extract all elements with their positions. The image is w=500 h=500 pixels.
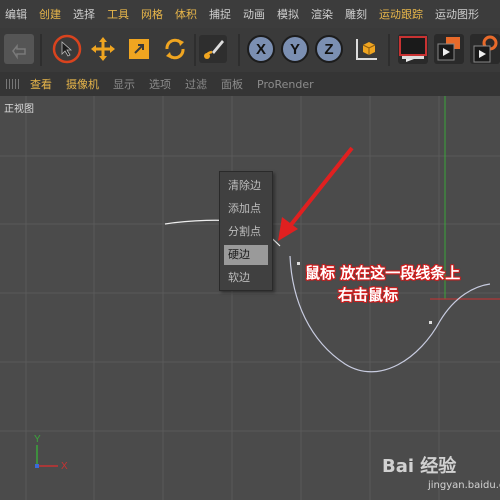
- view-menu-options[interactable]: 选项: [143, 76, 179, 92]
- svg-text:X: X: [256, 41, 266, 58]
- menu-volume[interactable]: 体积: [170, 6, 204, 22]
- gizmo-x-label: X: [61, 461, 68, 472]
- watermark-domain: jingyan.baidu.com: [428, 480, 500, 491]
- toolbar-separator: [238, 34, 240, 66]
- viewport-menu-bar: 查看 摄像机 显示 选项 过滤 面板 ProRender: [0, 72, 500, 96]
- rotate-icon[interactable]: [160, 34, 190, 64]
- baidu-logo: Bai 经验: [382, 456, 457, 477]
- render-view-icon[interactable]: [398, 34, 428, 64]
- context-menu-hard-edge[interactable]: 硬边: [224, 245, 268, 265]
- context-menu: 清除边 添加点 分割点 硬边 软边: [219, 171, 273, 291]
- menu-render[interactable]: 渲染: [306, 6, 340, 22]
- main-menu-bar: 编辑 创建 选择 工具 网格 体积 捕捉 动画 模拟 渲染 雕刻 运动跟踪 运动…: [0, 0, 500, 28]
- spline-point[interactable]: [429, 321, 432, 324]
- undo-icon[interactable]: [4, 34, 34, 64]
- toolbar-separator: [194, 34, 196, 66]
- toolbar-separator: [388, 34, 390, 66]
- annotation-text-line1: 鼠标 放在这一段线条上: [305, 264, 461, 282]
- x-axis-icon[interactable]: X: [246, 34, 276, 64]
- select-cursor-icon[interactable]: [52, 34, 82, 64]
- front-viewport[interactable]: Y X 正视图: [0, 96, 500, 500]
- baidu-watermark: Bai 经验 jingyan.baidu.com: [382, 452, 500, 498]
- live-selection-icon[interactable]: [198, 34, 228, 64]
- move-icon[interactable]: [88, 34, 118, 64]
- view-menu-display[interactable]: 显示: [107, 76, 143, 92]
- gizmo-z-axis: [35, 464, 39, 468]
- context-menu-soft-edge[interactable]: 软边: [224, 268, 268, 288]
- z-axis-icon[interactable]: Z: [314, 34, 344, 64]
- spline-point[interactable]: [297, 262, 300, 265]
- coordinate-system-icon[interactable]: [350, 34, 380, 64]
- menu-sculpt[interactable]: 雕刻: [340, 6, 374, 22]
- annotation-text-line2: 右击鼠标: [338, 286, 399, 304]
- drag-grip-icon[interactable]: [6, 79, 20, 89]
- view-menu-view[interactable]: 查看: [24, 76, 60, 92]
- menu-snap[interactable]: 捕捉: [204, 6, 238, 22]
- grid-lines: [0, 96, 500, 500]
- menu-mesh[interactable]: 网格: [136, 6, 170, 22]
- render-settings-icon[interactable]: [470, 34, 500, 64]
- toolbar-separator: [40, 34, 42, 66]
- svg-text:Z: Z: [324, 41, 333, 58]
- gizmo-y-label: Y: [34, 434, 41, 445]
- view-menu-panel[interactable]: 面板: [215, 76, 251, 92]
- menu-motion-tracking[interactable]: 运动跟踪: [374, 6, 430, 22]
- scale-icon[interactable]: [124, 34, 154, 64]
- viewport-canvas: Y X: [0, 96, 500, 500]
- menu-simulate[interactable]: 模拟: [272, 6, 306, 22]
- view-menu-cameras[interactable]: 摄像机: [60, 76, 107, 92]
- command-toolbar: X Y Z: [0, 28, 500, 72]
- menu-create[interactable]: 创建: [34, 6, 68, 22]
- svg-text:Y: Y: [290, 41, 300, 58]
- menu-select[interactable]: 选择: [68, 6, 102, 22]
- menu-tools[interactable]: 工具: [102, 6, 136, 22]
- y-axis-icon[interactable]: Y: [280, 34, 310, 64]
- context-menu-clear-edge[interactable]: 清除边: [224, 176, 268, 196]
- menu-edit[interactable]: 编辑: [0, 6, 34, 22]
- menu-animate[interactable]: 动画: [238, 6, 272, 22]
- viewport-title: 正视图: [4, 104, 34, 115]
- view-menu-filter[interactable]: 过滤: [179, 76, 215, 92]
- annotation-arrow: [288, 146, 354, 228]
- menu-mograph[interactable]: 运动图形: [430, 6, 486, 22]
- view-menu-prorender[interactable]: ProRender: [251, 78, 322, 91]
- context-menu-split-point[interactable]: 分割点: [224, 222, 268, 242]
- context-menu-add-point[interactable]: 添加点: [224, 199, 268, 219]
- render-picture-icon[interactable]: [434, 34, 464, 64]
